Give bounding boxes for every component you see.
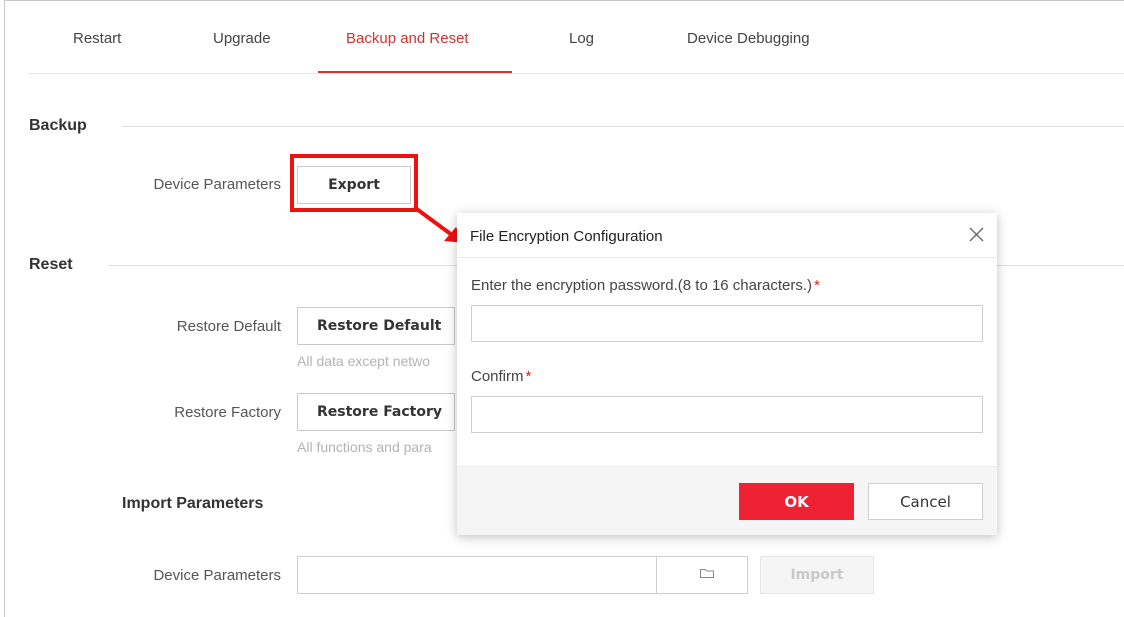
restore-factory-button[interactable]: Restore Factory: [297, 393, 455, 431]
reset-section-title: Reset: [29, 256, 73, 273]
backup-divider: [122, 126, 1124, 127]
restore-default-button[interactable]: Restore Default: [297, 307, 455, 345]
tab-device-debugging[interactable]: Device Debugging: [687, 30, 810, 47]
tab-divider: [28, 73, 1124, 74]
restore-factory-hint: All functions and para: [297, 439, 432, 455]
import-button[interactable]: Import: [760, 556, 874, 594]
dialog-header: File Encryption Configuration: [457, 213, 997, 258]
confirm-password-input[interactable]: [471, 396, 983, 433]
folder-icon: [700, 569, 714, 578]
tab-log[interactable]: Log: [569, 30, 594, 47]
password-label-text: Enter the encryption password.(8 to 16 c…: [471, 277, 813, 294]
restore-factory-label: Restore Factory: [174, 404, 281, 421]
required-marker: *: [525, 368, 532, 385]
backup-section-title: Backup: [29, 117, 87, 134]
restore-default-label: Restore Default: [176, 318, 281, 335]
required-marker: *: [814, 277, 820, 294]
tab-upgrade[interactable]: Upgrade: [213, 30, 271, 47]
annotation-highlight-box: [290, 154, 418, 212]
active-tab-underline: [318, 71, 512, 73]
tab-backup-and-reset[interactable]: Backup and Reset: [346, 30, 469, 47]
dialog-title: File Encryption Configuration: [470, 228, 663, 245]
import-device-parameters-label: Device Parameters: [153, 567, 281, 584]
file-encryption-dialog: File Encryption Configuration Enter the …: [457, 213, 997, 535]
close-icon[interactable]: [968, 226, 985, 243]
dialog-footer: OK Cancel: [457, 466, 997, 535]
confirm-field-label: Confirm *: [471, 368, 531, 385]
import-file-path-input[interactable]: [297, 556, 657, 594]
ok-button[interactable]: OK: [739, 483, 854, 520]
restore-default-hint: All data except netwo: [297, 353, 431, 369]
password-field-label: Enter the encryption password.(8 to 16 c…: [471, 277, 820, 294]
backup-device-parameters-label: Device Parameters: [153, 176, 281, 193]
confirm-label-text: Confirm: [471, 368, 524, 385]
cancel-button[interactable]: Cancel: [868, 483, 983, 520]
import-parameters-title: Import Parameters: [122, 495, 264, 512]
tab-restart[interactable]: Restart: [73, 30, 121, 47]
encryption-password-input[interactable]: [471, 305, 983, 342]
